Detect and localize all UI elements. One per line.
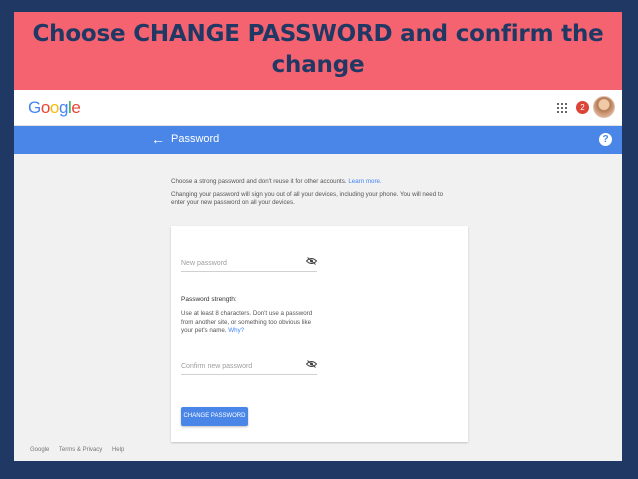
back-arrow-icon[interactable]: ←: [151, 131, 165, 147]
browser-screen: Google 2 ← Password ? Choose a strong pa…: [14, 90, 622, 461]
intro-text: Choose a strong password and don't reuse…: [171, 178, 382, 185]
new-password-field[interactable]: New password: [181, 257, 317, 272]
confirm-password-field[interactable]: Confirm new password: [181, 360, 317, 375]
help-icon[interactable]: ?: [599, 133, 612, 146]
password-strength-hint: Use at least 8 characters. Don't use a p…: [181, 310, 313, 334]
avatar[interactable]: [593, 96, 615, 118]
slide-title: Choose CHANGE PASSWORD and confirm the c…: [14, 12, 622, 90]
apps-grid-icon[interactable]: [557, 103, 567, 113]
page-header-bar: ← Password ?: [14, 126, 622, 154]
top-bar: Google 2: [14, 90, 622, 126]
google-logo[interactable]: Google: [28, 98, 81, 118]
footer: Google Terms & Privacy Help: [30, 447, 132, 453]
page-title: Password: [171, 133, 220, 145]
notifications-badge[interactable]: 2: [576, 101, 589, 114]
learn-more-link[interactable]: Learn more.: [348, 178, 381, 185]
footer-terms-link[interactable]: Terms & Privacy: [59, 447, 102, 453]
sign-out-notice: Changing your password will sign you out…: [171, 191, 444, 206]
visibility-off-icon[interactable]: [306, 257, 317, 265]
change-password-button[interactable]: CHANGE PASSWORD: [181, 407, 248, 426]
visibility-off-icon[interactable]: [306, 360, 317, 368]
confirm-password-placeholder: Confirm new password: [181, 363, 253, 370]
new-password-placeholder: New password: [181, 260, 227, 267]
why-link[interactable]: Why?: [228, 327, 244, 334]
footer-google-link[interactable]: Google: [30, 447, 49, 453]
footer-help-link[interactable]: Help: [112, 447, 124, 453]
password-strength-label: Password strength:: [181, 296, 237, 303]
